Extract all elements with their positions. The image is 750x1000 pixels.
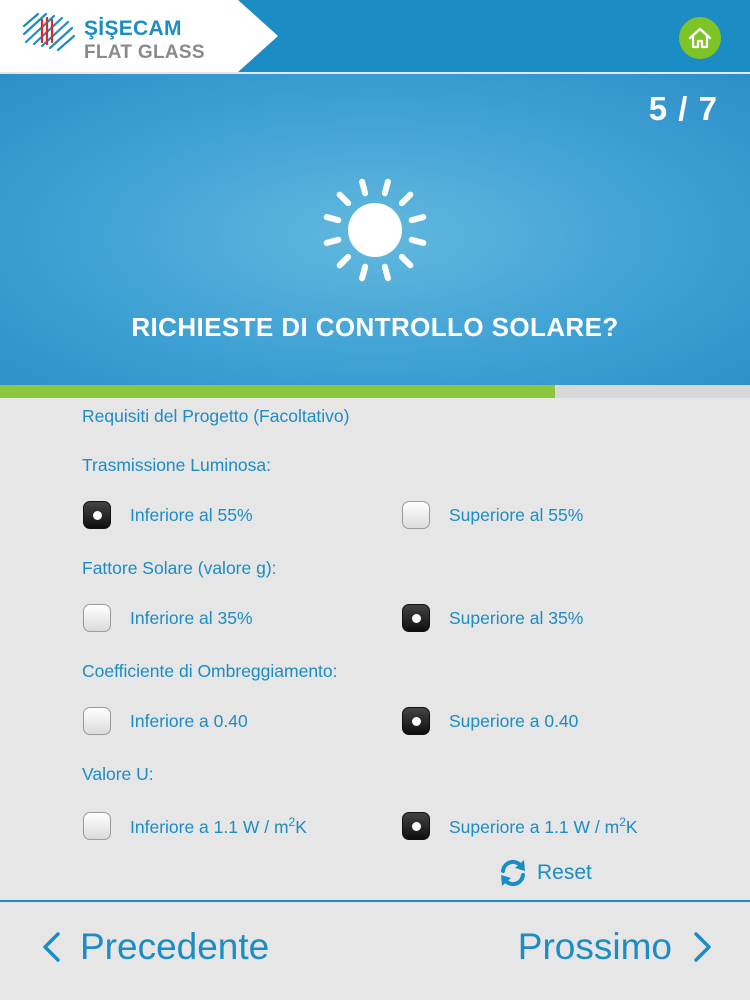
hero-section: 5 / 7 RICHIESTE DI CONTROLLO SOLARE? bbox=[0, 74, 750, 398]
group-label-shading-coefficient: Coefficiente di Ombreggiamento: bbox=[82, 661, 338, 681]
option-label: Superiore a 0.40 bbox=[449, 710, 579, 731]
option-solar-factor-below[interactable]: Inferiore al 35% bbox=[83, 604, 253, 632]
requirements-form: Requisiti del Progetto (Facoltativo) Tra… bbox=[0, 398, 750, 900]
previous-button[interactable]: Precedente bbox=[40, 926, 269, 968]
sun-ray bbox=[398, 253, 414, 269]
option-u-value-above[interactable]: Superiore a 1.1 W / m2K bbox=[402, 812, 638, 840]
sun-ray bbox=[381, 263, 391, 282]
logo: ŞİŞECAM FLAT GLASS bbox=[0, 0, 280, 72]
option-light-transmission-below[interactable]: Inferiore al 55% bbox=[83, 501, 253, 529]
radio-button[interactable] bbox=[402, 604, 430, 632]
radio-button[interactable] bbox=[402, 812, 430, 840]
home-icon bbox=[688, 27, 712, 49]
next-button[interactable]: Prossimo bbox=[518, 926, 714, 968]
question-title: RICHIESTE DI CONTROLLO SOLARE? bbox=[131, 312, 619, 342]
option-label: Superiore al 35% bbox=[449, 607, 584, 628]
radio-button[interactable] bbox=[402, 707, 430, 735]
option-label: Superiore al 55% bbox=[449, 504, 584, 525]
group-label-u-value: Valore U: bbox=[82, 764, 154, 784]
option-label-suffix: K bbox=[625, 816, 638, 837]
radio-button[interactable] bbox=[83, 707, 111, 735]
step-counter: 5 / 7 bbox=[648, 90, 718, 127]
brand-name: ŞİŞECAM bbox=[84, 17, 182, 40]
option-light-transmission-above[interactable]: Superiore al 55% bbox=[402, 501, 583, 529]
sun-ray bbox=[408, 214, 427, 224]
chevron-left-icon bbox=[43, 932, 60, 962]
option-label-superscript: 2 bbox=[619, 814, 626, 829]
sun-ray bbox=[359, 263, 369, 282]
option-solar-factor-above[interactable]: Superiore al 35% bbox=[402, 604, 583, 632]
option-label: Inferiore al 55% bbox=[130, 504, 253, 525]
chevron-right-icon bbox=[694, 932, 711, 962]
progress-fill bbox=[0, 385, 555, 398]
option-label: Inferiore al 35% bbox=[130, 607, 253, 628]
radio-button[interactable] bbox=[83, 501, 111, 529]
sisecam-logo-mark-icon bbox=[22, 12, 76, 52]
option-label-text: Superiore a 1.1 W / m bbox=[449, 816, 620, 837]
progress-bar bbox=[0, 385, 750, 398]
sun-icon bbox=[323, 178, 427, 282]
home-button[interactable] bbox=[679, 17, 721, 59]
brand-subtitle: FLAT GLASS bbox=[84, 42, 205, 63]
form-heading: Requisiti del Progetto (Facoltativo) bbox=[82, 406, 350, 426]
reset-button[interactable]: Reset bbox=[497, 858, 592, 888]
radio-button[interactable] bbox=[402, 501, 430, 529]
top-bar: ŞİŞECAM FLAT GLASS bbox=[0, 0, 750, 72]
option-label: Inferiore a 1.1 W / m2K bbox=[130, 815, 307, 838]
group-label-solar-factor: Fattore Solare (valore g): bbox=[82, 558, 277, 578]
group-label-light-transmission: Trasmissione Luminosa: bbox=[82, 455, 272, 475]
sun-ray bbox=[323, 214, 342, 224]
option-label: Superiore a 1.1 W / m2K bbox=[449, 815, 638, 838]
option-label: Inferiore a 0.40 bbox=[130, 710, 248, 731]
option-label-suffix: K bbox=[295, 816, 307, 837]
radio-button[interactable] bbox=[83, 604, 111, 632]
option-label-text: Inferiore a 1.1 W / m bbox=[130, 816, 289, 837]
bottom-divider bbox=[0, 900, 750, 902]
radio-button[interactable] bbox=[83, 812, 111, 840]
next-label: Prossimo bbox=[517, 926, 672, 967]
sun-ray bbox=[381, 178, 391, 197]
reset-label: Reset bbox=[537, 861, 592, 884]
sun-ray bbox=[323, 236, 342, 246]
sun-ray bbox=[408, 236, 427, 246]
option-u-value-below[interactable]: Inferiore a 1.1 W / m2K bbox=[83, 812, 307, 840]
sun-ray bbox=[398, 191, 414, 207]
previous-label: Precedente bbox=[80, 926, 270, 967]
sun-ray bbox=[359, 178, 369, 197]
sun-ray bbox=[336, 253, 352, 269]
sun-ray bbox=[336, 191, 352, 207]
option-shading-coefficient-above[interactable]: Superiore a 0.40 bbox=[402, 707, 578, 735]
refresh-icon bbox=[501, 859, 525, 887]
option-shading-coefficient-below[interactable]: Inferiore a 0.40 bbox=[83, 707, 248, 735]
